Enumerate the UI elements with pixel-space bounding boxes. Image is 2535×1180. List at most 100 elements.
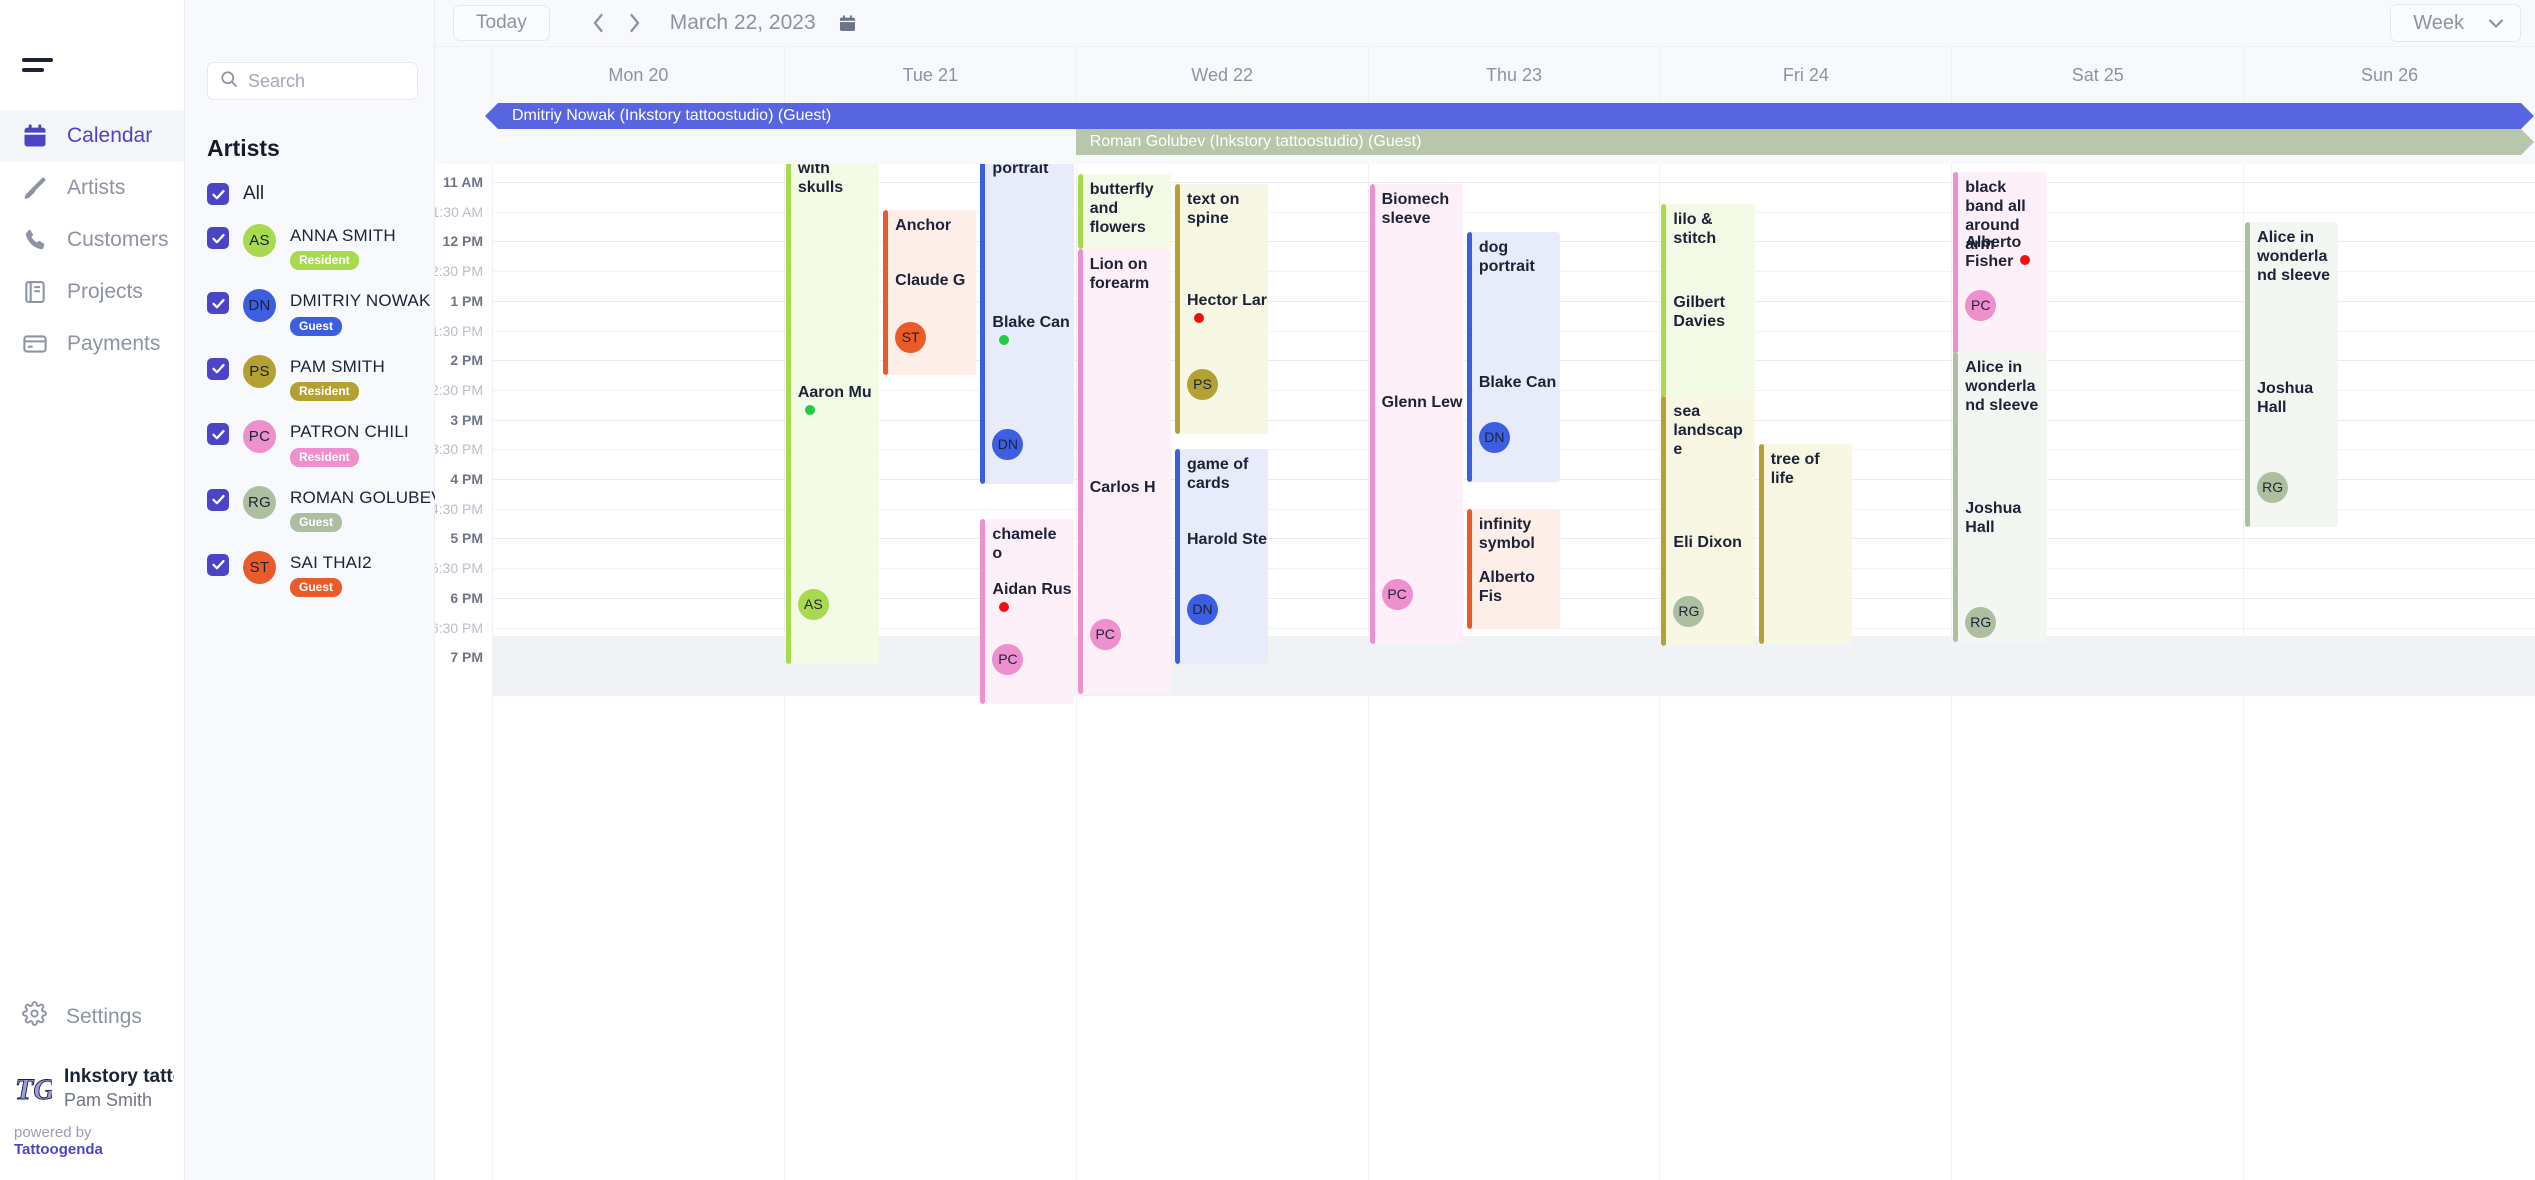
event-client-name: Claude G: [895, 272, 966, 289]
event-client: Aaron Mu: [798, 384, 879, 422]
avatar: DN: [243, 289, 276, 323]
event-artist-avatar: PS: [1187, 369, 1218, 400]
day-header[interactable]: Sat 25: [1951, 47, 2243, 103]
chevron-left-icon[interactable]: [590, 13, 608, 33]
checkbox-checked-icon[interactable]: [207, 357, 229, 380]
event-client-name: Aidan Rus: [992, 581, 1072, 598]
calendar-event[interactable]: text on spine Hector Lar PS: [1175, 184, 1269, 434]
sidebar-item-projects[interactable]: Projects: [0, 266, 184, 318]
time-axis-label: 12 PM: [442, 233, 483, 250]
view-mode-select[interactable]: Week: [2390, 4, 2521, 42]
search-box[interactable]: [207, 62, 418, 100]
gear-icon: [22, 1001, 47, 1032]
time-grid-scroll[interactable]: 11 AM 11:30 AM 12 PM 12:30 PM 1 PM 1:30 PM 2 P…: [435, 164, 2535, 1180]
day-header[interactable]: Wed 22: [1075, 47, 1368, 103]
banner-right-tip: [2520, 129, 2534, 155]
all-day-banner[interactable]: Dmitriy Nowak (Inkstory tattoostudio) (G…: [485, 103, 2534, 129]
sidebar-item-customers[interactable]: Customers: [0, 214, 184, 266]
sidebar-item-payments[interactable]: Payments: [0, 318, 184, 370]
event-color-bar: [1077, 174, 1083, 249]
time-axis-label: 2:30 PM: [435, 381, 483, 398]
calendar-event[interactable]: butterfly and flowers: [1077, 174, 1171, 249]
sidebar-item-label: Payments: [67, 332, 161, 355]
svg-text:TG: TG: [15, 1073, 52, 1106]
event-title: Alice in wonderland sleeve: [2257, 229, 2331, 284]
calendar-event[interactable]: sea landscape Eli Dixon RG: [1661, 396, 1755, 646]
calendar-event[interactable]: chameleo Aidan Rus PC: [980, 519, 1074, 704]
calendar-event[interactable]: dog portrait Blake Can DN: [1466, 232, 1561, 482]
calendar-event[interactable]: Lion on forearm Carlos H PC: [1077, 249, 1171, 694]
event-client-name: Harold Ste: [1187, 531, 1268, 548]
day-header-list: Mon 20 Tue 21 Wed 22 Thu 23 Fri 24 Sat 25 Sun …: [492, 47, 2535, 103]
event-title: sleeve with skulls: [797, 164, 844, 196]
calendar-area: Today March 22, 2023 Week Mon 20 Tue 21 …: [435, 0, 2535, 1180]
day-header[interactable]: Tue 21: [783, 47, 1076, 103]
calendar-event[interactable]: dog portrait Blake Can DN: [980, 164, 1074, 484]
event-color-bar: [1077, 249, 1083, 694]
avatar: RG: [243, 485, 276, 519]
artist-filter-row[interactable]: PS PAM SMITH Resident: [185, 336, 434, 402]
event-client-name: Blake Can: [992, 314, 1070, 331]
calendar-event[interactable]: Biomech sleeve Glenn Lew PC: [1369, 184, 1463, 644]
calendar-event[interactable]: black band all around arm Alberto Fisher P…: [1953, 172, 2047, 354]
sidebar-item-artists[interactable]: Artists: [0, 162, 184, 214]
artist-filter-list: AS ANNA SMITH Resident DN DMITRIY NOWAK Guest…: [185, 205, 443, 598]
event-artist-avatar: PC: [1381, 579, 1413, 610]
event-color-bar: [1953, 172, 1959, 354]
checkbox-checked-icon[interactable]: [207, 292, 229, 315]
calendar-event[interactable]: Anchor Claude G ST: [883, 210, 977, 375]
event-color-bar: [1466, 509, 1472, 629]
calendar-event[interactable]: tree of life: [1758, 444, 1852, 644]
artist-filter-all-label: All: [243, 183, 265, 204]
event-client-name: Glenn Lew: [1381, 394, 1463, 411]
artist-filter-row[interactable]: RG ROMAN GOLUBEV Guest: [185, 467, 443, 532]
artist-filter-row[interactable]: ST SAI THAI2 Guest: [185, 532, 434, 598]
checkbox-checked-icon[interactable]: [207, 423, 229, 446]
sidebar-item-settings[interactable]: Settings: [0, 991, 184, 1043]
today-button[interactable]: Today: [453, 5, 550, 41]
artist-filter-row[interactable]: DN DMITRIY NOWAK Guest: [185, 270, 434, 336]
calendar-event[interactable]: Alice in wonderland sleeve Joshua Hall RG: [1953, 352, 2047, 642]
event-title: Biomech sleeve: [1381, 191, 1450, 227]
search-input[interactable]: [248, 70, 406, 92]
checkbox-checked-icon[interactable]: [207, 553, 229, 576]
event-title: game of cards: [1187, 456, 1249, 492]
studio-brand[interactable]: TG Inkstory tattoost... Pam Smith: [0, 1043, 184, 1114]
calendar-event[interactable]: Alice in wonderland sleeve Joshua Hall RG: [2245, 222, 2339, 527]
checkbox-checked-icon[interactable]: [207, 488, 229, 511]
date-picker-calendar-icon[interactable]: [838, 14, 857, 33]
time-axis-label: 11:30 AM: [435, 203, 483, 220]
sidebar-item-label: Artists: [67, 176, 126, 199]
calendar-event[interactable]: game of cards Harold Ste DN: [1175, 449, 1269, 664]
event-client: Harold Ste: [1187, 531, 1267, 550]
phone-icon: [22, 227, 48, 253]
artist-filter-all[interactable]: All: [185, 162, 434, 205]
event-title: lilo & stitch: [1673, 211, 1717, 247]
event-client: Blake Can: [992, 314, 1073, 352]
banner-left-tip: [485, 103, 498, 129]
calendar-event[interactable]: infinity symbol Alberto Fis: [1466, 509, 1561, 629]
artist-filter-row[interactable]: AS ANNA SMITH Resident: [185, 205, 434, 271]
sidebar-item-calendar[interactable]: Calendar: [0, 110, 184, 162]
event-color-bar: [1953, 352, 1959, 642]
menu-toggle-button[interactable]: [0, 0, 60, 78]
event-color-bar: [1175, 184, 1180, 434]
checkbox-checked-icon[interactable]: [207, 227, 229, 249]
day-header[interactable]: Sun 26: [2243, 47, 2535, 103]
event-title: tree of life: [1770, 451, 1820, 487]
day-header[interactable]: Fri 24: [1659, 47, 1951, 103]
checkbox-checked-icon[interactable]: [207, 183, 229, 205]
day-header[interactable]: Thu 23: [1367, 47, 1660, 103]
all-day-banner-label: Roman Golubev (Inkstory tattoostudio) (G…: [1089, 133, 1422, 150]
date-nav-arrows: [590, 13, 644, 33]
time-axis-label: 3:30 PM: [435, 441, 483, 458]
time-axis-label: 12:30 PM: [435, 263, 483, 280]
calendar-event[interactable]: sleeve with skulls Aaron Mu AS: [785, 164, 880, 664]
all-day-banner-area: Dmitriy Nowak (Inkstory tattoostudio) (G…: [435, 103, 2535, 164]
artist-filter-row[interactable]: PC PATRON CHILI Resident: [185, 401, 434, 467]
all-day-banner[interactable]: Roman Golubev (Inkstory tattoostudio) (G…: [1075, 129, 2534, 155]
day-header[interactable]: Mon 20: [492, 47, 784, 103]
event-color-bar: [883, 210, 889, 375]
chevron-right-icon[interactable]: [626, 13, 644, 33]
artist-role-badge: Resident: [290, 382, 359, 402]
